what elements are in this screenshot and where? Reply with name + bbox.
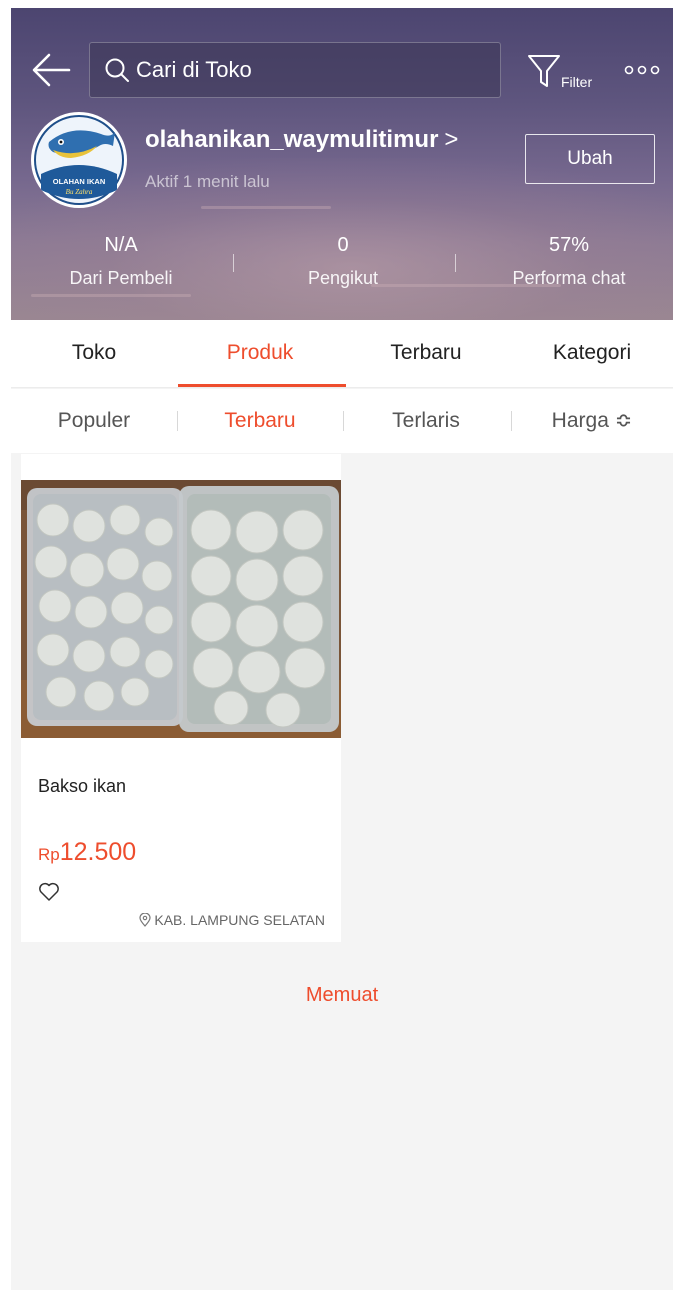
search-icon [105, 58, 129, 82]
sort-bar: Populer Terbaru Terlaris Harga ≎ [11, 389, 673, 453]
heart-icon [39, 882, 59, 901]
location-text: KAB. LAMPUNG SELATAN [154, 912, 325, 928]
tab-toko[interactable]: Toko [11, 320, 177, 388]
back-button[interactable] [31, 52, 73, 88]
product-name: Bakso ikan [38, 776, 127, 796]
stat-value: 57% [548, 234, 590, 256]
filter-button[interactable]: Filter [527, 52, 607, 92]
shop-avatar[interactable]: OLAHAN IKAN Bu Zahra [31, 112, 127, 208]
active-tab-indicator [178, 384, 346, 387]
sort-harga[interactable]: Harga ≎ [509, 389, 673, 453]
header-decoration [31, 294, 191, 297]
shop-tabs: Toko Produk Terbaru Kategori [11, 320, 673, 388]
shop-header: Cari di Toko Filter OLAHAN IKAN Bu Zahra… [11, 8, 673, 320]
logo-text: OLAHAN IKAN [53, 177, 106, 186]
loading-indicator: Memuat [305, 984, 379, 1006]
more-icon [624, 65, 660, 75]
shop-page: Cari di Toko Filter OLAHAN IKAN Bu Zahra… [11, 8, 673, 1290]
logo-subtext: Bu Zahra [66, 188, 93, 196]
product-image [21, 480, 341, 738]
sort-populer[interactable]: Populer [11, 389, 177, 453]
tab-produk[interactable]: Produk [177, 320, 343, 388]
edit-shop-button[interactable]: Ubah [525, 134, 655, 184]
chevron-right-icon: > [444, 126, 459, 153]
like-button[interactable] [38, 882, 60, 902]
location-pin-icon [139, 913, 151, 927]
shop-name-link[interactable]: olahanikan_waymulitimur > [145, 126, 458, 154]
search-placeholder: Cari di Toko [136, 57, 252, 82]
product-photo [21, 480, 341, 738]
stat-divider [233, 254, 234, 272]
header-decoration [201, 206, 331, 209]
stat-value: N/A [104, 234, 138, 256]
stat-label: Pengikut [307, 268, 379, 288]
product-location: KAB. LAMPUNG SELATAN [139, 912, 325, 928]
stat-divider [455, 254, 456, 272]
sort-terbaru[interactable]: Terbaru [177, 389, 343, 453]
price-amount: 12.500 [59, 838, 137, 866]
more-options-button[interactable] [623, 60, 663, 80]
tab-kategori[interactable]: Kategori [509, 320, 673, 388]
filter-icon [528, 55, 560, 87]
product-card[interactable]: Bakso ikan Rp12.500 KAB. LAMPUNG SELATAN [21, 454, 341, 942]
stat-label: Dari Pembeli [69, 268, 173, 288]
stat-label: Performa chat [512, 268, 626, 288]
stat-chat-performance[interactable]: 57% Performa chat [469, 234, 669, 289]
shop-name: olahanikan_waymulitimur [145, 126, 439, 153]
shop-logo: OLAHAN IKAN Bu Zahra [32, 113, 126, 207]
sort-terlaris[interactable]: Terlaris [343, 389, 509, 453]
filter-label: Filter [561, 74, 593, 90]
back-arrow-icon [32, 53, 71, 87]
price-currency: Rp [38, 845, 60, 864]
stat-followers[interactable]: 0 Pengikut [243, 234, 443, 289]
stat-value: 0 [337, 234, 349, 256]
stat-rating[interactable]: N/A Dari Pembeli [21, 234, 221, 289]
tab-terbaru[interactable]: Terbaru [343, 320, 509, 388]
active-status: Aktif 1 menit lalu [145, 172, 270, 191]
product-price: Rp12.500 [38, 838, 136, 867]
shop-search-input[interactable]: Cari di Toko [89, 42, 501, 98]
